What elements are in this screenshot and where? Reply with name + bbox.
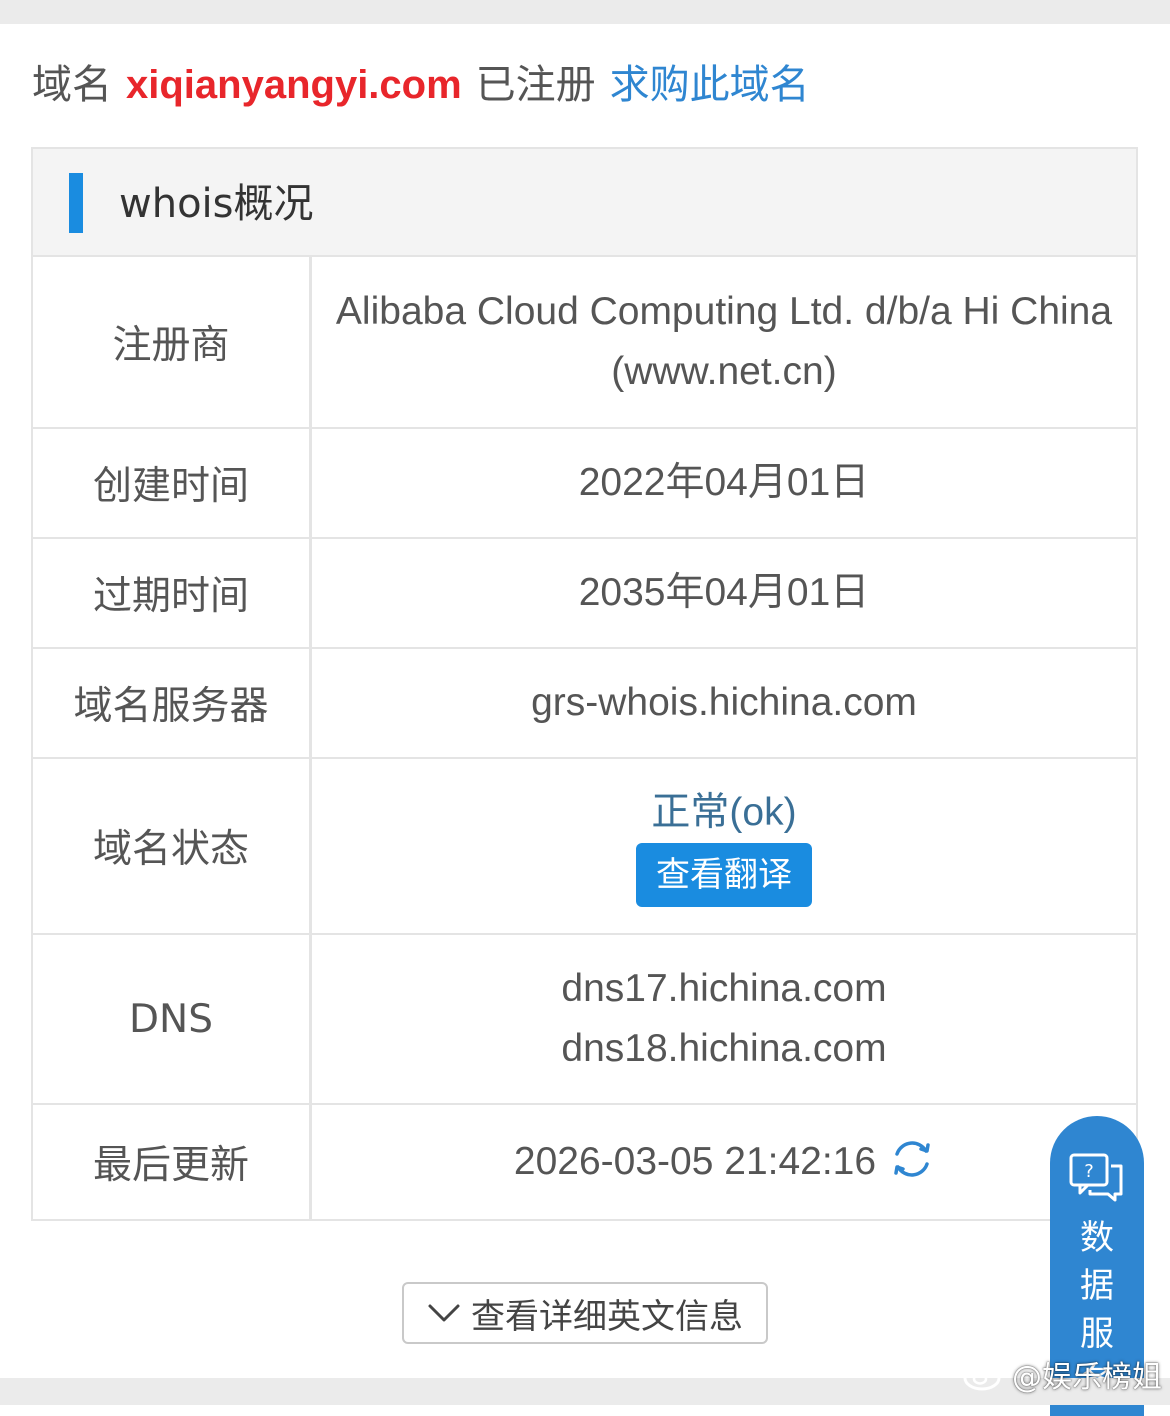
table-row-dns: DNS dns17.hichina.com dns18.hichina.com <box>31 935 1138 1105</box>
domain-prefix-label: 域名 <box>32 62 112 108</box>
watermark-text: @娱乐榜姐 <box>1012 1360 1162 1395</box>
row-label: 域名服务器 <box>33 649 312 757</box>
domain-header: 域名 xiqianyangyi.com 已注册 求购此域名 <box>32 56 810 114</box>
row-label: 过期时间 <box>33 539 312 647</box>
row-label: 域名状态 <box>33 759 312 933</box>
top-divider-band <box>0 0 1170 24</box>
translate-button[interactable]: 查看翻译 <box>636 843 812 907</box>
section-title: whois概况 <box>119 181 314 227</box>
view-english-details-label: 查看详细英文信息 <box>471 1296 743 1337</box>
registered-status: 已注册 <box>475 62 596 108</box>
chat-help-icon: ? <box>1069 1153 1123 1202</box>
chevron-down-icon <box>428 1304 460 1322</box>
row-value-wrap: 2026-03-05 21:42:16 <box>312 1105 1136 1219</box>
row-label: 创建时间 <box>33 429 312 537</box>
registrar-value: Alibaba Cloud Computing Ltd. d/b/a Hi Ch… <box>335 290 1113 393</box>
row-value-wrap: Alibaba Cloud Computing Ltd. d/b/a Hi Ch… <box>312 257 1136 427</box>
table-row-status: 域名状态 正常(ok) 查看翻译 <box>31 759 1138 935</box>
dns-value-2: dns18.hichina.com <box>561 1027 887 1070</box>
weibo-watermark: @娱乐榜姐 <box>962 1352 1162 1396</box>
row-label: 最后更新 <box>33 1105 312 1219</box>
table-row-whois-server: 域名服务器 grs-whois.hichina.com <box>31 649 1138 759</box>
updated-value: 2026-03-05 21:42:16 <box>513 1140 877 1183</box>
table-row-updated: 最后更新 2026-03-05 21:42:16 <box>31 1105 1138 1221</box>
table-row-created: 创建时间 2022年04月01日 <box>31 429 1138 539</box>
dns-value-1: dns17.hichina.com <box>561 967 887 1010</box>
weibo-icon <box>963 1359 1006 1391</box>
table-row-registrar: 注册商 Alibaba Cloud Computing Ltd. d/b/a H… <box>31 257 1138 429</box>
section-accent-bar <box>69 173 83 233</box>
refresh-icon[interactable] <box>890 1137 934 1181</box>
svg-text:?: ? <box>1084 1161 1094 1182</box>
buy-domain-link[interactable]: 求购此域名 <box>610 62 810 108</box>
expiry-date: 2035年04月01日 <box>578 571 870 614</box>
status-value: 正常(ok) <box>651 791 797 834</box>
row-label: 注册商 <box>33 257 312 427</box>
row-value-wrap: 2035年04月01日 <box>312 539 1136 647</box>
row-value-wrap: dns17.hichina.com dns18.hichina.com <box>312 935 1136 1103</box>
view-english-details-button[interactable]: 查看详细英文信息 <box>402 1282 768 1344</box>
row-value-wrap: 2022年04月01日 <box>312 429 1136 537</box>
row-value-wrap: grs-whois.hichina.com <box>312 649 1136 757</box>
created-date: 2022年04月01日 <box>578 461 870 504</box>
row-label: DNS <box>33 935 312 1103</box>
domain-name: xiqianyangyi.com <box>126 63 462 107</box>
row-value-wrap: 正常(ok) 查看翻译 <box>312 759 1136 933</box>
whois-server-value: grs-whois.hichina.com <box>531 681 917 724</box>
whois-section-header: whois概况 <box>31 147 1138 257</box>
table-row-expires: 过期时间 2035年04月01日 <box>31 539 1138 649</box>
